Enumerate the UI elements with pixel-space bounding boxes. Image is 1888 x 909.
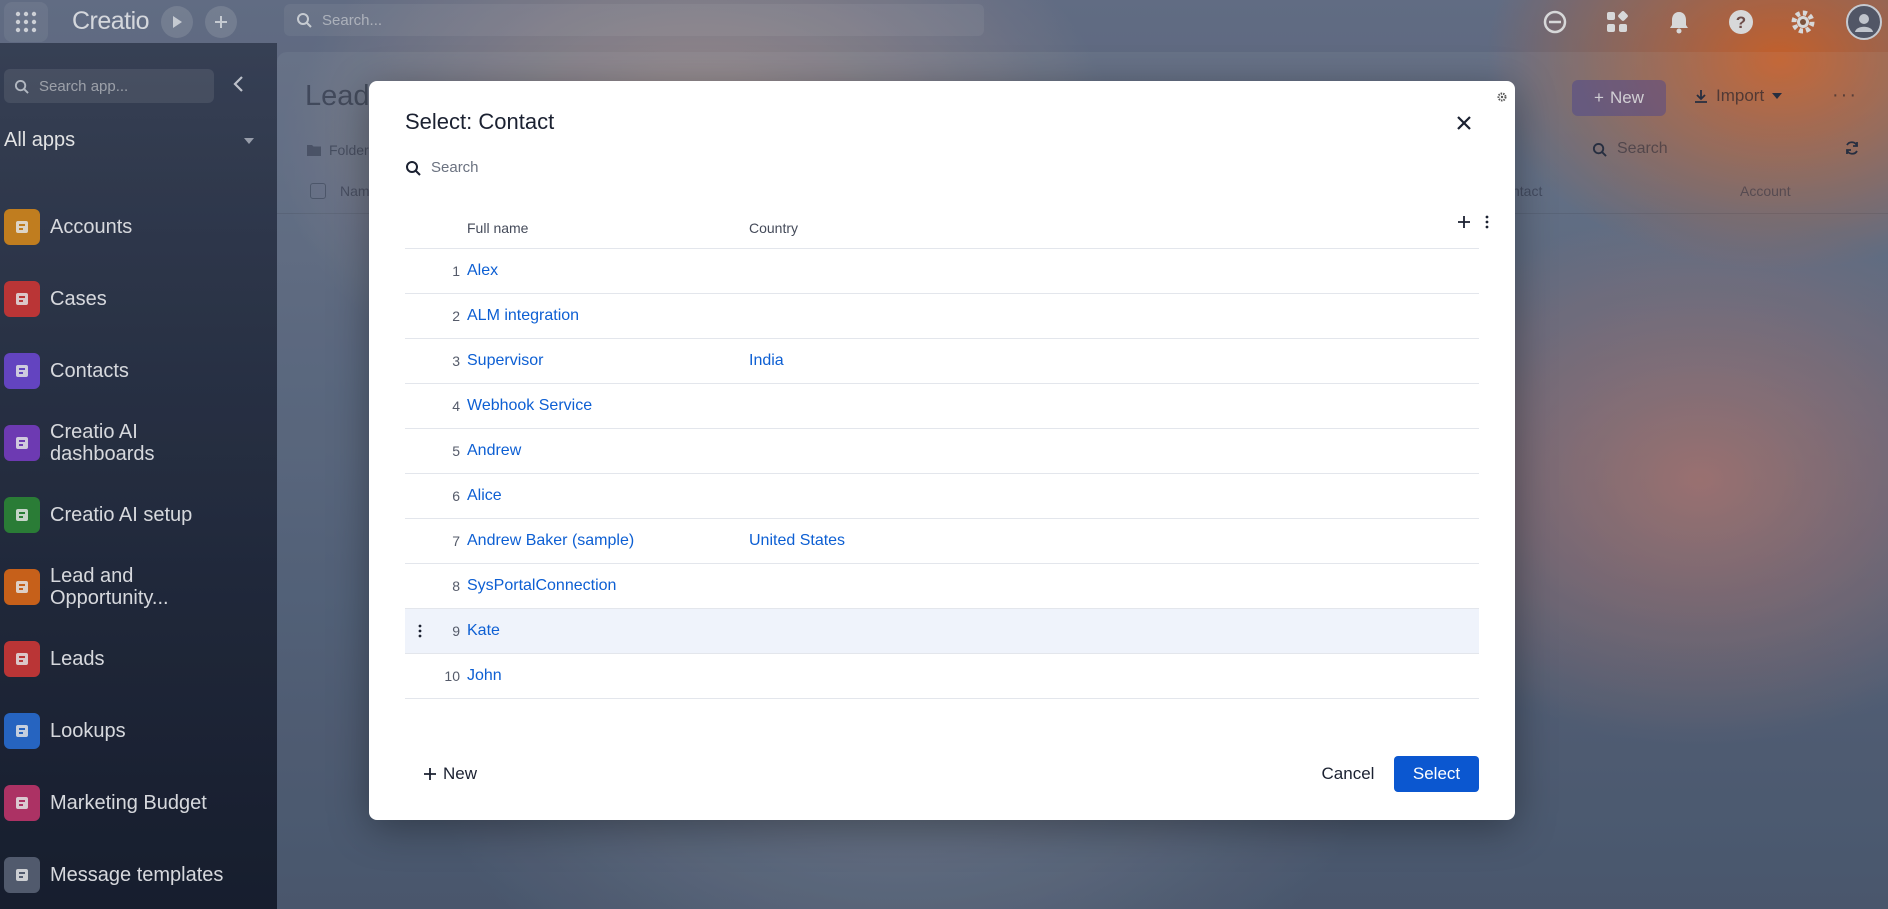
row-number: 1 [452, 263, 460, 279]
column-full-name[interactable]: Full name [467, 220, 528, 236]
country-link[interactable]: India [749, 352, 784, 370]
close-button[interactable] [1452, 111, 1476, 135]
contact-name-link[interactable]: ALM integration [467, 307, 579, 325]
table-row[interactable]: 2 ALM integration [405, 294, 1479, 339]
contact-name-link[interactable]: Andrew [467, 442, 521, 460]
row-number: 4 [452, 398, 460, 414]
table-row[interactable]: 10 John [405, 654, 1479, 699]
contact-name-link[interactable]: Alex [467, 262, 498, 280]
add-column-button[interactable] [1457, 215, 1471, 234]
contact-name-link[interactable]: John [467, 667, 502, 685]
dialog-search [405, 159, 831, 176]
row-number: 6 [452, 488, 460, 504]
table-row[interactable]: 7 Andrew Baker (sample) United States [405, 519, 1479, 564]
contact-name-link[interactable]: Alice [467, 487, 502, 505]
contact-name-link[interactable]: Kate [467, 622, 500, 640]
row-number: 8 [452, 578, 460, 594]
dialog-search-input[interactable] [431, 159, 831, 176]
grid-header: Full name Country [405, 205, 1489, 249]
row-number: 9 [452, 623, 460, 639]
column-menu-button[interactable] [1485, 215, 1489, 234]
select-button[interactable]: Select [1394, 756, 1479, 792]
dialog-title: Select: Contact [405, 109, 555, 134]
row-number: 7 [452, 533, 460, 549]
column-country[interactable]: Country [749, 220, 798, 236]
contact-name-link[interactable]: Webhook Service [467, 397, 592, 415]
row-number: 3 [452, 353, 460, 369]
kebab-menu-icon [1485, 215, 1489, 229]
table-row[interactable]: 5 Andrew [405, 429, 1479, 474]
table-row[interactable]: 6 Alice [405, 474, 1479, 519]
row-number: 2 [452, 308, 460, 324]
table-row[interactable]: 3 Supervisor India [405, 339, 1479, 384]
dialog-settings-button[interactable] [1497, 89, 1507, 107]
contact-grid: 1 Alex 2 ALM integration 3 Supervisor India 4 We… [405, 249, 1479, 699]
table-row[interactable]: 4 Webhook Service [405, 384, 1479, 429]
row-number: 10 [444, 668, 460, 684]
dialog-new-button[interactable]: New [423, 764, 477, 784]
table-row[interactable]: 9 Kate [405, 609, 1479, 654]
cancel-button[interactable]: Cancel [1312, 756, 1384, 792]
row-number: 5 [452, 443, 460, 459]
contact-name-link[interactable]: SysPortalConnection [467, 577, 616, 595]
plus-icon [1458, 216, 1470, 228]
close-icon [1457, 116, 1471, 130]
table-row[interactable]: 8 SysPortalConnection [405, 564, 1479, 609]
select-contact-dialog: Select: Contact Full name Country 1 Alex 2… [369, 81, 1515, 820]
contact-name-link[interactable]: Supervisor [467, 352, 543, 370]
search-icon [406, 160, 421, 176]
contact-name-link[interactable]: Andrew Baker (sample) [467, 532, 634, 550]
country-link[interactable]: United States [749, 532, 845, 550]
plus-icon [424, 768, 436, 780]
gear-icon [1497, 92, 1507, 102]
table-row[interactable]: 1 Alex [405, 249, 1479, 294]
dialog-new-label: New [443, 764, 478, 783]
